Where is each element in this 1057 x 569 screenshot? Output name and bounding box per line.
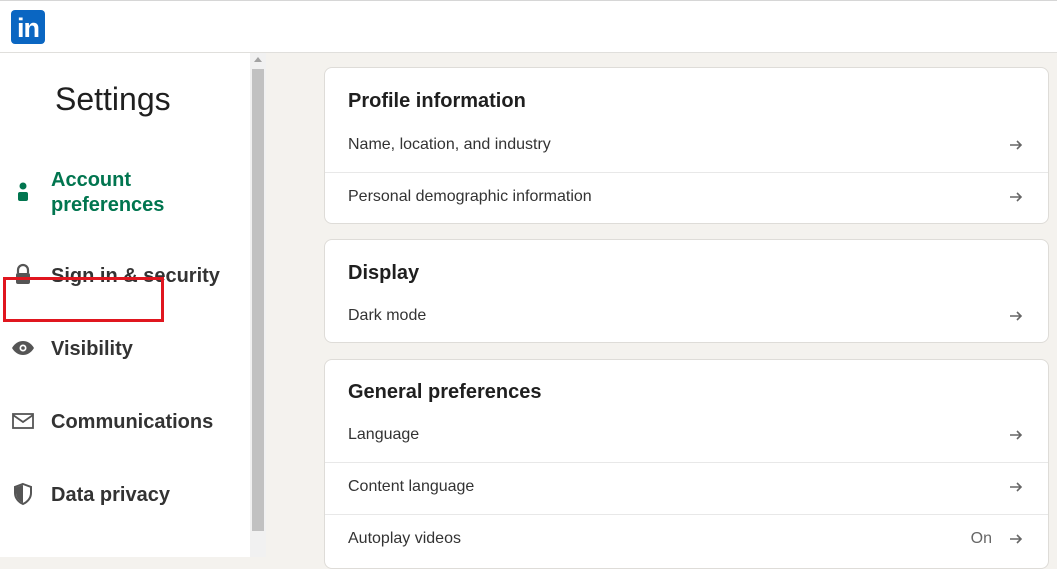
nav-label-data-privacy: Data privacy — [51, 484, 170, 506]
row-divider — [325, 172, 1048, 173]
row-name-location-industry[interactable]: Name, location, and industry — [325, 120, 1048, 172]
scroll-up-arrow-icon[interactable] — [254, 57, 262, 62]
arrow-right-icon — [1010, 311, 1023, 321]
row-label: Name, location, and industry — [348, 136, 551, 153]
row-content-language[interactable]: Content language — [325, 462, 1048, 514]
row-label: Personal demographic information — [348, 188, 592, 205]
arrow-right-icon — [1010, 534, 1023, 544]
eye-icon — [12, 341, 34, 355]
nav-item-visibility[interactable]: Visibility — [0, 325, 250, 375]
settings-title: Settings — [55, 81, 171, 117]
row-autoplay-videos[interactable]: Autoplay videos On — [325, 514, 1048, 566]
scrollbar-thumb[interactable] — [252, 69, 264, 531]
arrow-right-icon — [1010, 430, 1023, 440]
top-bar: in — [0, 0, 1057, 53]
row-dark-mode[interactable]: Dark mode — [325, 291, 1048, 343]
card-title-general-preferences: General preferences — [348, 381, 542, 403]
card-title-display: Display — [348, 262, 420, 284]
nav-item-communications[interactable]: Communications — [0, 398, 250, 448]
row-divider — [325, 462, 1048, 463]
arrow-right-icon — [1010, 140, 1023, 150]
person-icon — [18, 182, 28, 201]
linkedin-logo[interactable]: in — [11, 10, 45, 44]
row-label: Language — [348, 426, 420, 443]
envelope-icon — [12, 413, 34, 429]
general-preferences-card: General preferences Language Content lan… — [324, 359, 1049, 569]
nav-item-data-privacy[interactable]: Data privacy — [0, 471, 250, 521]
nav-label-communications: Communications — [51, 411, 214, 433]
shield-icon — [14, 482, 32, 506]
row-personal-demographic-information[interactable]: Personal demographic information — [325, 172, 1048, 224]
nav-label-account-preferences: Account preferences — [51, 169, 165, 216]
row-label: Dark mode — [348, 307, 427, 324]
display-card: Display Dark mode — [324, 239, 1049, 343]
arrow-right-icon — [1010, 482, 1023, 492]
card-title-profile-information: Profile information — [348, 90, 526, 112]
arrow-right-icon — [1010, 192, 1023, 202]
profile-information-card: Profile information Name, location, and … — [324, 67, 1049, 224]
row-divider — [325, 514, 1048, 515]
row-label: Autoplay videos — [348, 530, 461, 547]
nav-item-account-preferences[interactable]: Account preferences — [0, 166, 250, 222]
row-label: Content language — [348, 478, 475, 495]
sidebar-scrollbar[interactable] — [250, 53, 266, 557]
nav-label-visibility: Visibility — [51, 338, 133, 360]
autoplay-videos-value: On — [970, 530, 992, 547]
row-language[interactable]: Language — [325, 410, 1048, 462]
visibility-highlight-box — [3, 277, 164, 322]
